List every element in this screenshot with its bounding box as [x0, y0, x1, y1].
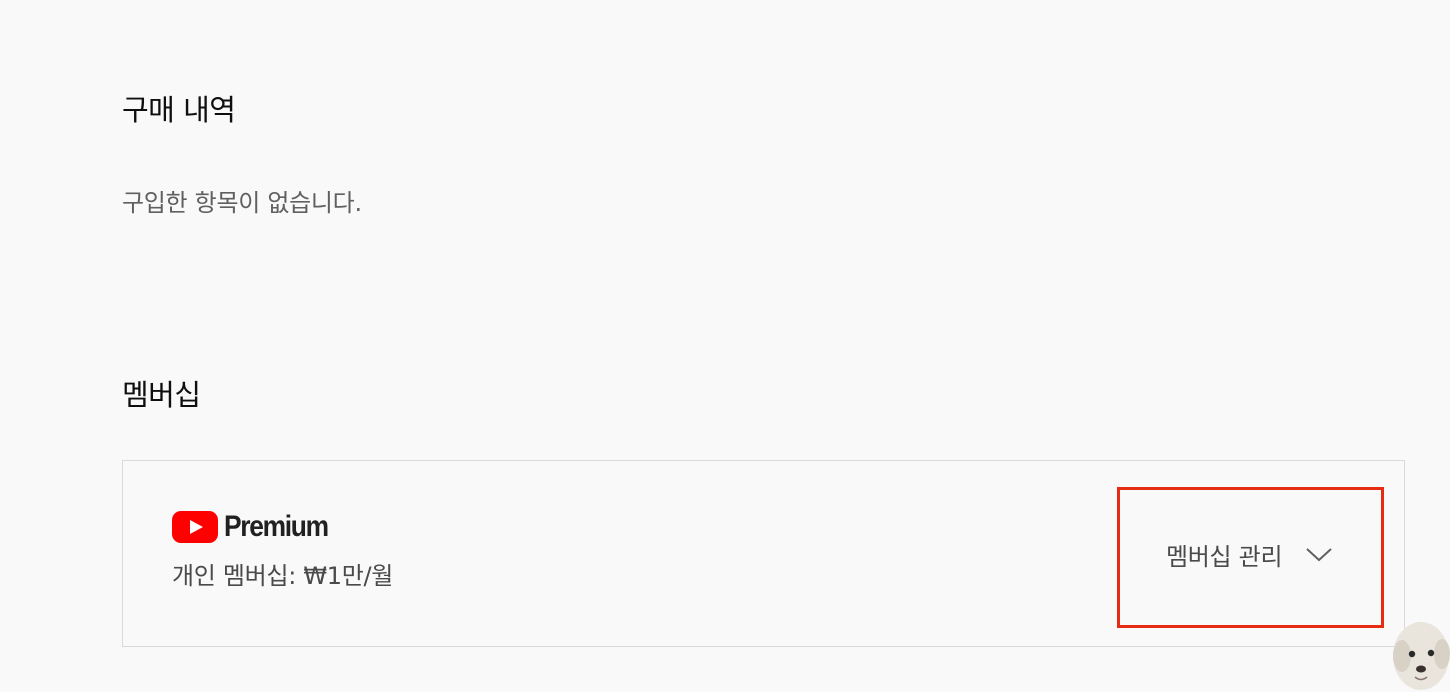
page: 구매 내역 구입한 항목이 없습니다. 멤버십 Premium 개인 멤버십: …	[0, 0, 1450, 692]
manage-membership-button[interactable]: 멤버십 관리	[1150, 528, 1334, 580]
purchases-empty-message: 구입한 항목이 없습니다.	[122, 189, 362, 217]
membership-plan-text: 개인 멤버십: ₩1만/월	[172, 562, 394, 590]
avatar	[1393, 622, 1450, 690]
youtube-premium-logo: Premium	[172, 509, 342, 545]
purchases-section-title: 구매 내역	[122, 93, 236, 127]
youtube-play-icon	[172, 511, 218, 543]
premium-logo-text: Premium	[224, 510, 329, 543]
manage-membership-label: 멤버십 관리	[1166, 542, 1283, 571]
chevron-down-icon	[1306, 548, 1332, 562]
membership-section-title: 멤버십	[122, 378, 201, 412]
